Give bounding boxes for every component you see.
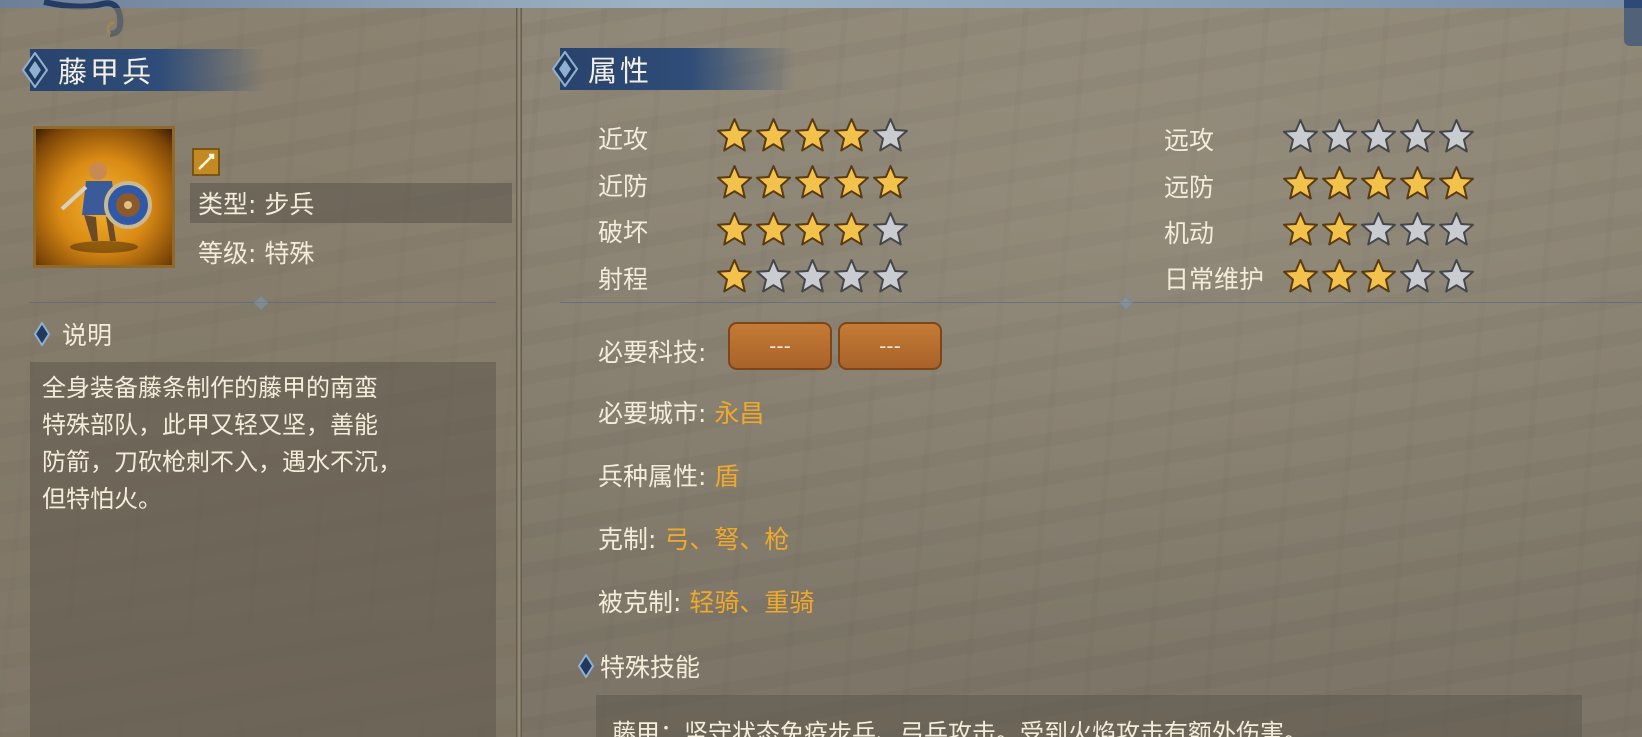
required-city-value: 永昌 <box>714 399 765 428</box>
star-empty-icon <box>873 259 908 293</box>
star-empty-icon <box>1283 119 1318 153</box>
star-empty-icon <box>756 259 791 293</box>
star-filled-icon <box>1322 259 1357 293</box>
required-tech-label: 必要科技: <box>598 338 707 367</box>
attributes-title: 属性 <box>588 54 653 88</box>
star-empty-icon <box>834 259 869 293</box>
star-empty-icon <box>1400 212 1435 246</box>
unit-level: 等级: 特殊 <box>198 239 315 268</box>
required-city: 必要城市: 永昌 <box>598 394 764 430</box>
star-filled-icon <box>717 118 752 152</box>
unit-name: 藤甲兵 <box>58 55 155 89</box>
star-empty-icon <box>1322 119 1357 153</box>
sword-badge-icon <box>192 148 220 176</box>
star-filled-icon <box>834 212 869 246</box>
description-line: 特殊部队，此甲又轻又坚，善能 <box>42 411 378 439</box>
diamond-bullet-icon <box>578 654 594 678</box>
description-heading: 说明 <box>34 316 112 352</box>
star-filled-icon <box>834 165 869 199</box>
diamond-bullet-icon <box>34 322 50 346</box>
description-line: 但特怕火。 <box>42 485 162 513</box>
top-frame-strip <box>0 0 1642 8</box>
attr-label-destruction: 破坏 <box>598 218 649 247</box>
star-rating-ranged-attack <box>1282 118 1475 155</box>
attr-label-melee-defense: 近防 <box>598 172 649 201</box>
star-filled-icon <box>795 118 830 152</box>
description-line: 全身装备藤条制作的藤甲的南蛮 <box>42 374 378 402</box>
attr-label-melee-attack: 近攻 <box>598 125 649 154</box>
star-rating-destruction <box>716 211 909 248</box>
star-empty-icon <box>1439 212 1474 246</box>
required-tech-slot-2[interactable]: --- <box>838 322 942 370</box>
star-empty-icon <box>1439 119 1474 153</box>
diamond-ornament-icon <box>552 51 578 87</box>
description-text: 全身装备藤条制作的藤甲的南蛮 特殊部队，此甲又轻又坚，善能 防箭，刀砍枪刺不入，… <box>30 362 496 526</box>
star-filled-icon <box>795 165 830 199</box>
diamond-ornament-icon <box>22 52 48 88</box>
star-empty-icon <box>795 259 830 293</box>
attr-label-upkeep: 日常维护 <box>1164 265 1265 294</box>
unit-class-label: 兵种属性: <box>598 462 707 491</box>
star-empty-icon <box>1361 119 1396 153</box>
unit-type: 类型: 步兵 <box>190 183 512 223</box>
attributes-banner: 属性 <box>552 48 796 90</box>
star-filled-icon <box>717 212 752 246</box>
star-rating-mobility <box>1282 211 1475 248</box>
counters-value: 弓、弩、枪 <box>664 525 790 554</box>
required-tech-slot-1[interactable]: --- <box>728 322 832 370</box>
star-empty-icon <box>873 118 908 152</box>
star-filled-icon <box>1283 212 1318 246</box>
special-skills-heading: 特殊技能 <box>578 648 700 684</box>
star-rating-melee-attack <box>716 117 909 154</box>
description-line: 防箭，刀砍枪刺不入，遇水不沉， <box>42 448 402 476</box>
star-empty-icon <box>1439 259 1474 293</box>
star-filled-icon <box>717 165 752 199</box>
description-heading-label: 说明 <box>62 321 113 350</box>
star-empty-icon <box>1400 259 1435 293</box>
attr-label-range: 射程 <box>598 265 649 294</box>
unit-class: 兵种属性: 盾 <box>598 457 739 493</box>
star-filled-icon <box>834 118 869 152</box>
rattan-soldier-icon <box>60 162 152 253</box>
star-filled-icon <box>1283 166 1318 200</box>
star-rating-ranged-defense <box>1282 165 1475 202</box>
star-empty-icon <box>1400 119 1435 153</box>
star-empty-icon <box>1361 212 1396 246</box>
star-rating-upkeep <box>1282 258 1475 295</box>
countered-by: 被克制: 轻骑、重骑 <box>598 583 814 619</box>
counters-label: 克制: <box>598 525 657 554</box>
star-filled-icon <box>717 259 752 293</box>
counters: 克制: 弓、弩、枪 <box>598 520 789 556</box>
star-filled-icon <box>1439 166 1474 200</box>
star-empty-icon <box>873 212 908 246</box>
star-filled-icon <box>1322 212 1357 246</box>
required-city-label: 必要城市: <box>598 399 707 428</box>
right-rule <box>560 302 1642 303</box>
star-filled-icon <box>1283 259 1318 293</box>
attr-label-mobility: 机动 <box>1164 219 1215 248</box>
star-filled-icon <box>1400 166 1435 200</box>
star-rating-range <box>716 258 909 295</box>
star-filled-icon <box>795 212 830 246</box>
star-filled-icon <box>756 212 791 246</box>
star-filled-icon <box>1322 166 1357 200</box>
unit-portrait <box>33 126 175 268</box>
star-rating-melee-defense <box>716 164 909 201</box>
countered-by-label: 被克制: <box>598 588 682 617</box>
special-skill-box: 藤甲：坚守状态免疫步兵、弓兵攻击。受到火焰攻击有额外伤害。 <box>596 695 1582 737</box>
star-filled-icon <box>1361 166 1396 200</box>
special-skills-heading-label: 特殊技能 <box>600 653 701 682</box>
countered-by-value: 轻骑、重骑 <box>689 588 815 617</box>
special-skill-text: 藤甲：坚守状态免疫步兵、弓兵攻击。受到火焰攻击有额外伤害。 <box>612 719 1308 737</box>
unit-name-banner: 藤甲兵 <box>22 49 266 91</box>
star-filled-icon <box>873 165 908 199</box>
star-filled-icon <box>756 118 791 152</box>
unit-class-value: 盾 <box>714 462 740 491</box>
attr-label-ranged-attack: 远攻 <box>1164 126 1215 155</box>
description-box: 全身装备藤条制作的藤甲的南蛮 特殊部队，此甲又轻又坚，善能 防箭，刀砍枪刺不入，… <box>30 362 496 737</box>
star-filled-icon <box>1361 259 1396 293</box>
attr-label-ranged-defense: 远防 <box>1164 173 1215 202</box>
star-filled-icon <box>756 165 791 199</box>
